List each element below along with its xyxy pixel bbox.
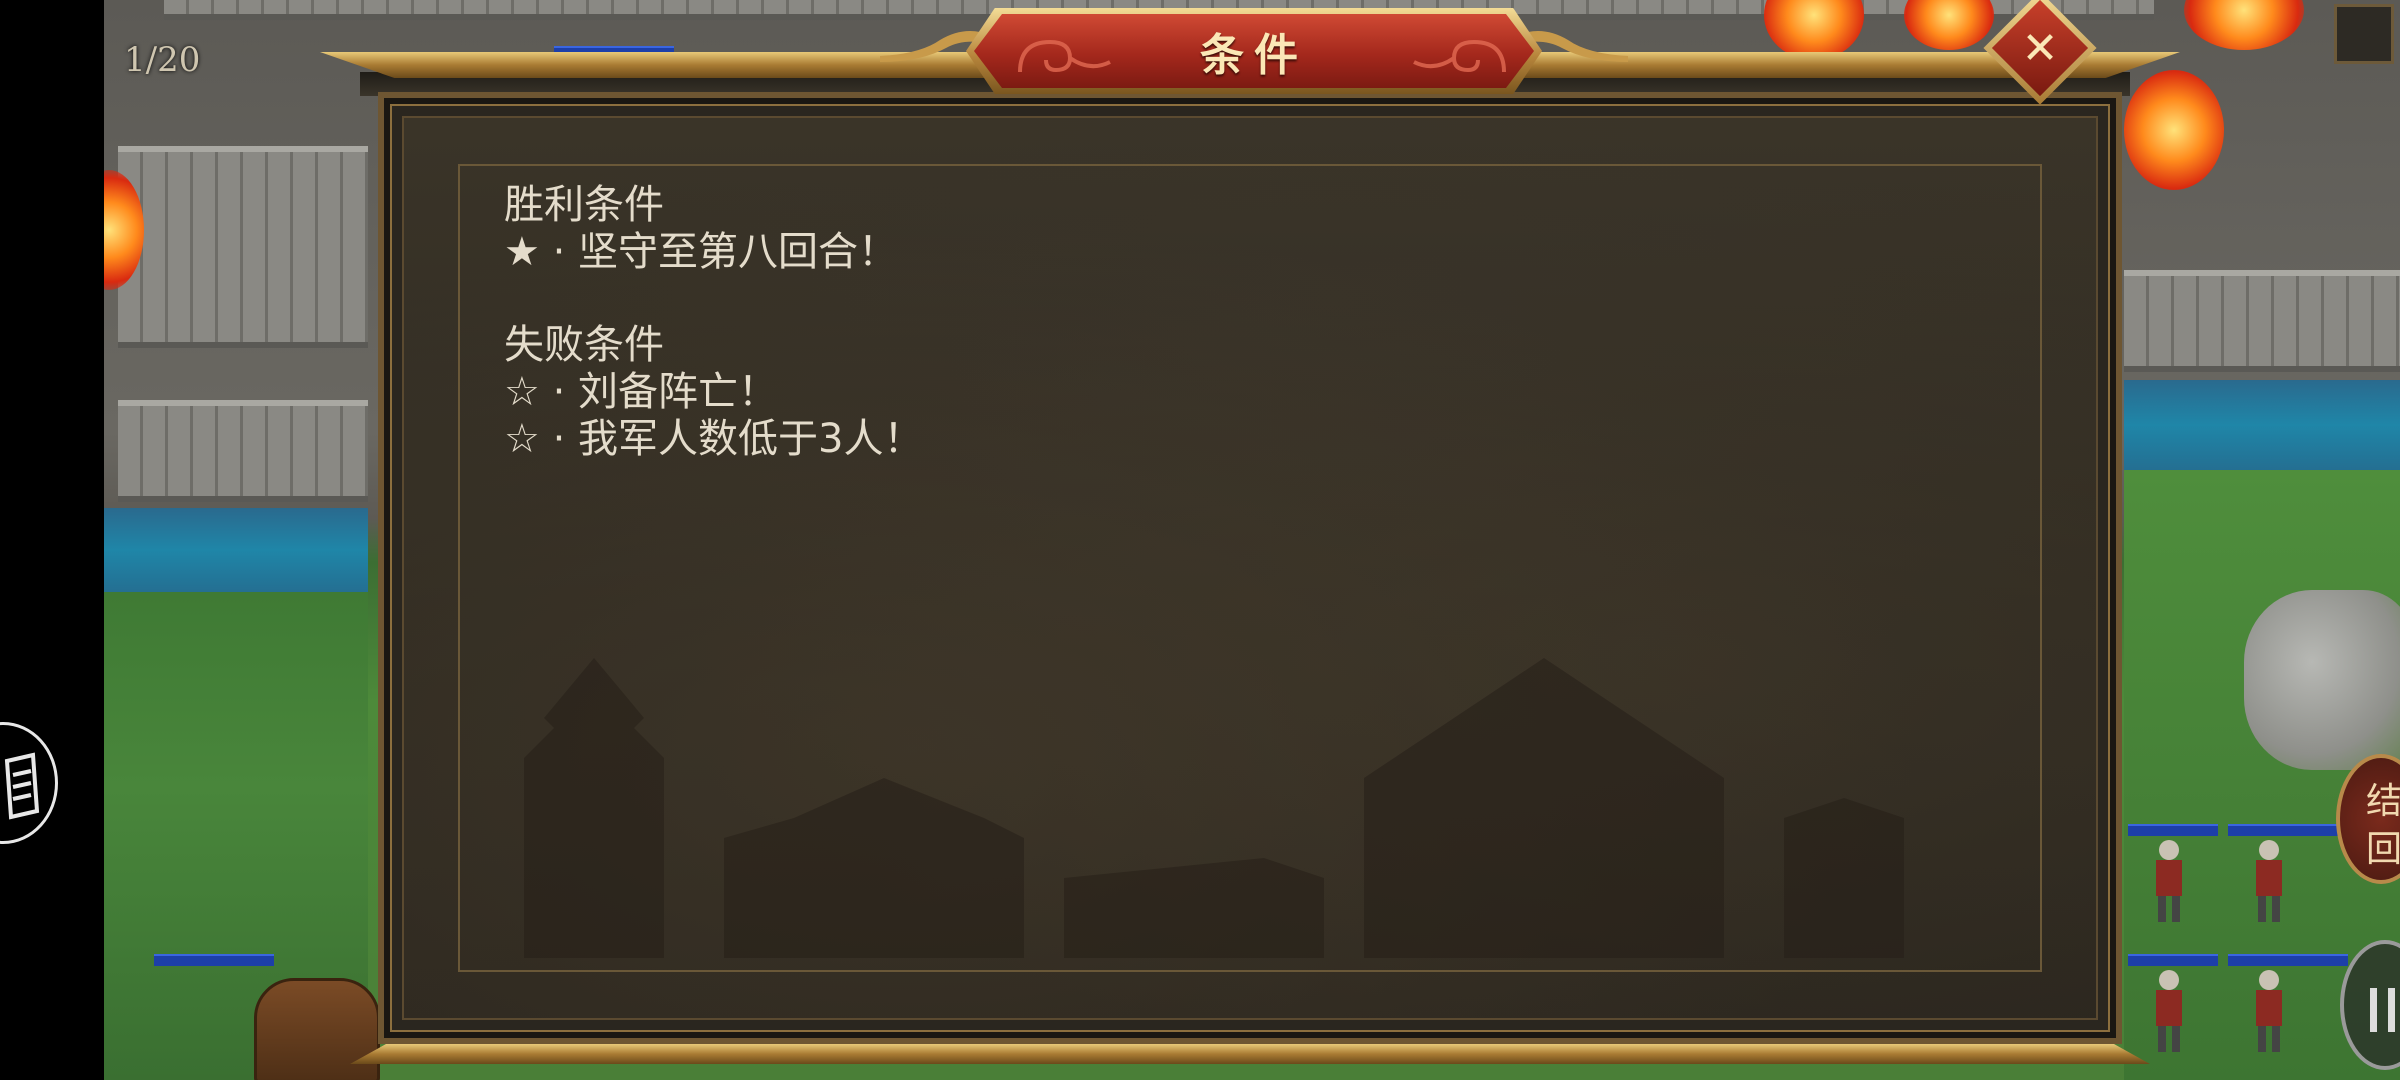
close-icon[interactable]: ✕ [2000,8,2080,88]
end-turn-label: 结 [2366,781,2400,822]
dialog-bottom-rail [350,1044,2150,1064]
ornament-right [1528,31,1628,62]
enemy-soldier[interactable] [2134,966,2204,1056]
fire-effect [1764,0,1864,60]
castle-wall [2124,270,2400,372]
defeat-condition: ☆ · 我军人数低于3人！ [504,416,924,462]
river [2124,380,2400,470]
enemy-soldier[interactable] [2134,836,2204,926]
castle-wall [118,400,368,502]
defeat-condition: ☆ · 刘备阵亡！ [504,369,779,415]
conditions-content: 胜利条件 ★ · 坚守至第八回合！ 失败条件 ☆ · 刘备阵亡！ ☆ · 我军人… [504,182,923,463]
dialog-panel: 胜利条件 ★ · 坚守至第八回合！ 失败条件 ☆ · 刘备阵亡！ ☆ · 我军人… [402,116,2098,1020]
ornament-left [880,31,980,62]
river [104,508,368,592]
enemy-soldier[interactable] [2234,836,2304,926]
left-system-bar [0,0,104,1080]
unit-hp-bar [2128,824,2218,836]
dialog-title: 条件 [1200,30,1308,81]
pause-icon [2388,988,2395,1032]
enemy-soldier[interactable] [2234,966,2304,1056]
fire-effect [1904,0,1994,50]
conditions-dialog: 胜利条件 ★ · 坚守至第八回合！ 失败条件 ☆ · 刘备阵亡！ ☆ · 我军人… [378,92,2122,1044]
victory-heading: 胜利条件 [504,182,664,228]
siege-unit[interactable] [254,978,380,1080]
gesture-icon [4,752,40,820]
castle-wall [118,146,368,348]
unit-hp-bar [154,954,274,966]
defeat-heading: 失败条件 [504,322,664,368]
pause-icon [2370,988,2377,1032]
menu-corner-button[interactable] [2334,4,2394,64]
fire-effect [2184,0,2304,50]
fire-effect [2124,70,2224,190]
unit-hp-bar [2128,954,2218,966]
unit-hp-bar [2228,954,2348,966]
turn-counter: 1/20 [124,40,201,80]
end-turn-label: 回 [2366,829,2400,870]
unit-hp-bar [2228,824,2348,836]
rocky-hill [2244,590,2400,770]
victory-condition: ★ · 坚守至第八回合！ [504,229,899,275]
